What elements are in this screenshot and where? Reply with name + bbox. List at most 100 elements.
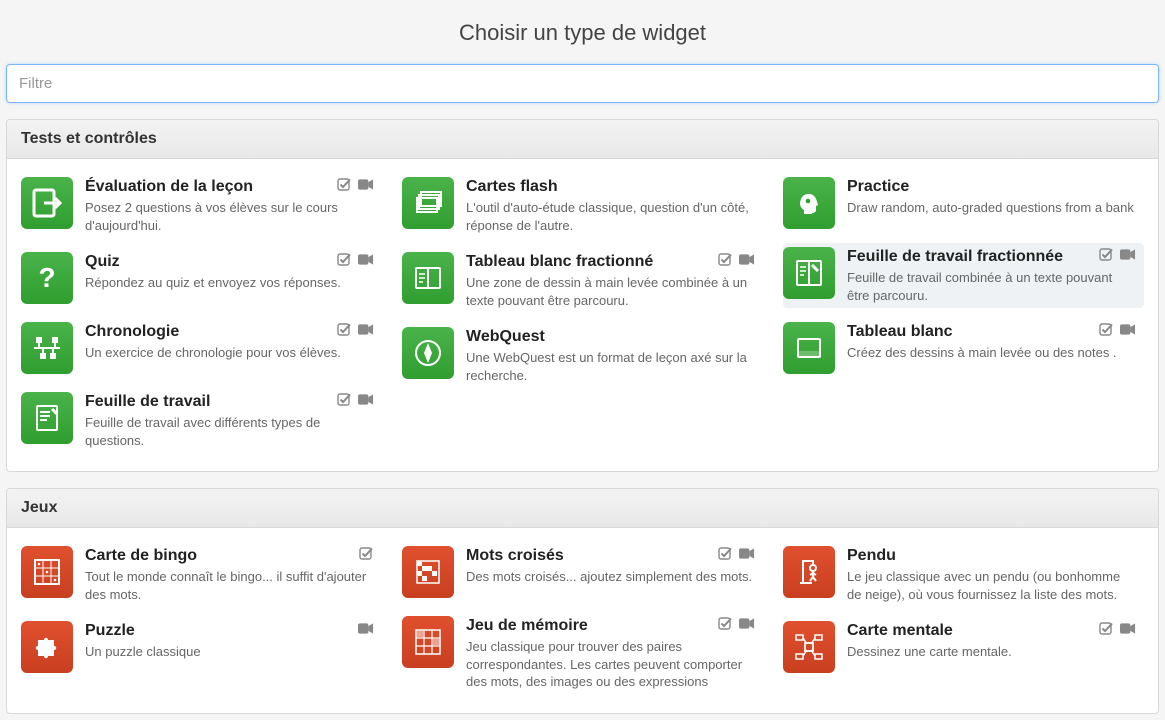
widget-title: Cartes flash xyxy=(466,177,757,197)
widget-desc: Une zone de dessin à main levée combinée… xyxy=(466,274,757,309)
memory-icon xyxy=(402,616,454,668)
widget-title: Tableau blanc xyxy=(847,322,1138,342)
widget-desc: Tout le monde connaît le bingo... il suf… xyxy=(85,568,376,603)
widget-desc: Le jeu classique avec un pendu (ou bonho… xyxy=(847,568,1138,603)
head-icon xyxy=(783,177,835,229)
widget-title: Chronologie xyxy=(85,322,376,342)
widget-card[interactable]: Feuille de travail fractionnéeFeuille de… xyxy=(783,243,1144,308)
widget-card[interactable]: PenduLe jeu classique avec un pendu (ou … xyxy=(783,542,1144,607)
widget-badges xyxy=(336,252,374,266)
widget-desc: Une WebQuest est un format de leçon axé … xyxy=(466,349,757,384)
widget-card[interactable]: Practice Draw random, auto-graded questio… xyxy=(783,173,1144,233)
widget-desc: Feuille de travail combinée à un texte p… xyxy=(847,269,1138,304)
widget-desc: Jeu classique pour trouver des paires co… xyxy=(466,638,757,691)
video-icon xyxy=(358,322,374,336)
widget-card[interactable]: Tableau blanc fractionnéUne zone de dess… xyxy=(402,248,763,313)
check-icon xyxy=(336,392,352,406)
widget-badges xyxy=(717,252,755,266)
widget-badges xyxy=(717,616,755,630)
widget-title: Jeu de mémoire xyxy=(466,616,757,636)
widget-badges xyxy=(336,322,374,336)
widget-title: Pendu xyxy=(847,546,1138,566)
widget-desc: Feuille de travail avec différents types… xyxy=(85,414,376,449)
timeline-icon xyxy=(21,322,73,374)
puzzle-icon xyxy=(21,621,73,673)
widget-title: Carte mentale xyxy=(847,621,1138,641)
widget-card[interactable]: Chronologie Un exercice de chronologie po… xyxy=(21,318,382,378)
widget-badges xyxy=(1098,322,1136,336)
widget-title: Quiz xyxy=(85,252,376,272)
widget-card[interactable]: Cartes flashL'outil d'auto-étude classiq… xyxy=(402,173,763,238)
widget-desc: L'outil d'auto-étude classique, question… xyxy=(466,199,757,234)
widget-desc: Créez des dessins à main levée ou des no… xyxy=(847,344,1138,362)
section-title: Tests et contrôles xyxy=(7,120,1158,159)
widget-badges xyxy=(336,392,374,406)
widget-card[interactable]: PuzzleUn puzzle classique xyxy=(21,617,382,677)
widget-card[interactable]: Évaluation de la leçonPosez 2 questions … xyxy=(21,173,382,238)
check-icon xyxy=(336,322,352,336)
check-icon xyxy=(336,177,352,191)
widget-desc: Posez 2 questions à vos élèves sur le co… xyxy=(85,199,376,234)
widget-section: Tests et contrôles Évaluation de la leçon… xyxy=(6,119,1159,472)
video-icon xyxy=(358,252,374,266)
widget-title: WebQuest xyxy=(466,327,757,347)
widget-badges xyxy=(358,546,374,560)
widget-section: Jeux Carte de bingoTout le monde connaît … xyxy=(6,488,1159,714)
video-icon xyxy=(739,616,755,630)
widget-card[interactable]: Carte de bingoTout le monde connaît le b… xyxy=(21,542,382,607)
check-icon xyxy=(717,616,733,630)
widget-title: Feuille de travail fractionnée xyxy=(847,247,1138,267)
widget-badges xyxy=(358,621,374,635)
widget-badges xyxy=(1098,621,1136,635)
check-icon xyxy=(336,252,352,266)
widget-card[interactable]: WebQuestUne WebQuest est un format de le… xyxy=(402,323,763,388)
worksheet-icon xyxy=(21,392,73,444)
video-icon xyxy=(1120,621,1136,635)
splitboard-icon xyxy=(402,252,454,304)
hangman-icon xyxy=(783,546,835,598)
flashcards-icon xyxy=(402,177,454,229)
exit-icon xyxy=(21,177,73,229)
question-icon: ? xyxy=(21,252,73,304)
mindmap-icon xyxy=(783,621,835,673)
widget-card[interactable]: Jeu de mémoireJeu classique pour trouver… xyxy=(402,612,763,695)
bingo-icon xyxy=(21,546,73,598)
widget-title: Mots croisés xyxy=(466,546,757,566)
page-title: Choisir un type de widget xyxy=(6,6,1159,64)
whiteboard-icon xyxy=(783,322,835,374)
widget-desc: Répondez au quiz et envoyez vos réponses… xyxy=(85,274,376,292)
widget-card[interactable]: ? Quiz Répondez au quiz et envoyez vos rép… xyxy=(21,248,382,308)
widget-badges xyxy=(717,546,755,560)
check-icon xyxy=(1098,247,1114,261)
widget-title: Évaluation de la leçon xyxy=(85,177,376,197)
video-icon xyxy=(739,546,755,560)
video-icon xyxy=(1120,322,1136,336)
widget-card[interactable]: Feuille de travailFeuille de travail ave… xyxy=(21,388,382,453)
widget-card[interactable]: Mots croisésDes mots croisés... ajoutez … xyxy=(402,542,763,602)
video-icon xyxy=(1120,247,1136,261)
widget-badges xyxy=(1098,247,1136,261)
check-icon xyxy=(717,252,733,266)
widget-title: Practice xyxy=(847,177,1138,197)
widget-desc: Un exercice de chronologie pour vos élèv… xyxy=(85,344,376,362)
widget-title: Feuille de travail xyxy=(85,392,376,412)
widget-title: Tableau blanc fractionné xyxy=(466,252,757,272)
crossword-icon xyxy=(402,546,454,598)
check-icon xyxy=(717,546,733,560)
widget-card[interactable]: Tableau blanc Créez des dessins à main le… xyxy=(783,318,1144,378)
check-icon xyxy=(1098,621,1114,635)
video-icon xyxy=(739,252,755,266)
filter-input[interactable] xyxy=(6,64,1159,103)
video-icon xyxy=(358,392,374,406)
section-title: Jeux xyxy=(7,489,1158,528)
splitworksheet-icon xyxy=(783,247,835,299)
compass-icon xyxy=(402,327,454,379)
widget-badges xyxy=(336,177,374,191)
widget-title: Puzzle xyxy=(85,621,376,641)
check-icon xyxy=(358,546,374,560)
svg-text:?: ? xyxy=(38,262,55,293)
video-icon xyxy=(358,177,374,191)
check-icon xyxy=(1098,322,1114,336)
widget-card[interactable]: Carte mentaleDessinez une carte mentale. xyxy=(783,617,1144,677)
widget-desc: Draw random, auto-graded questions from … xyxy=(847,199,1138,217)
